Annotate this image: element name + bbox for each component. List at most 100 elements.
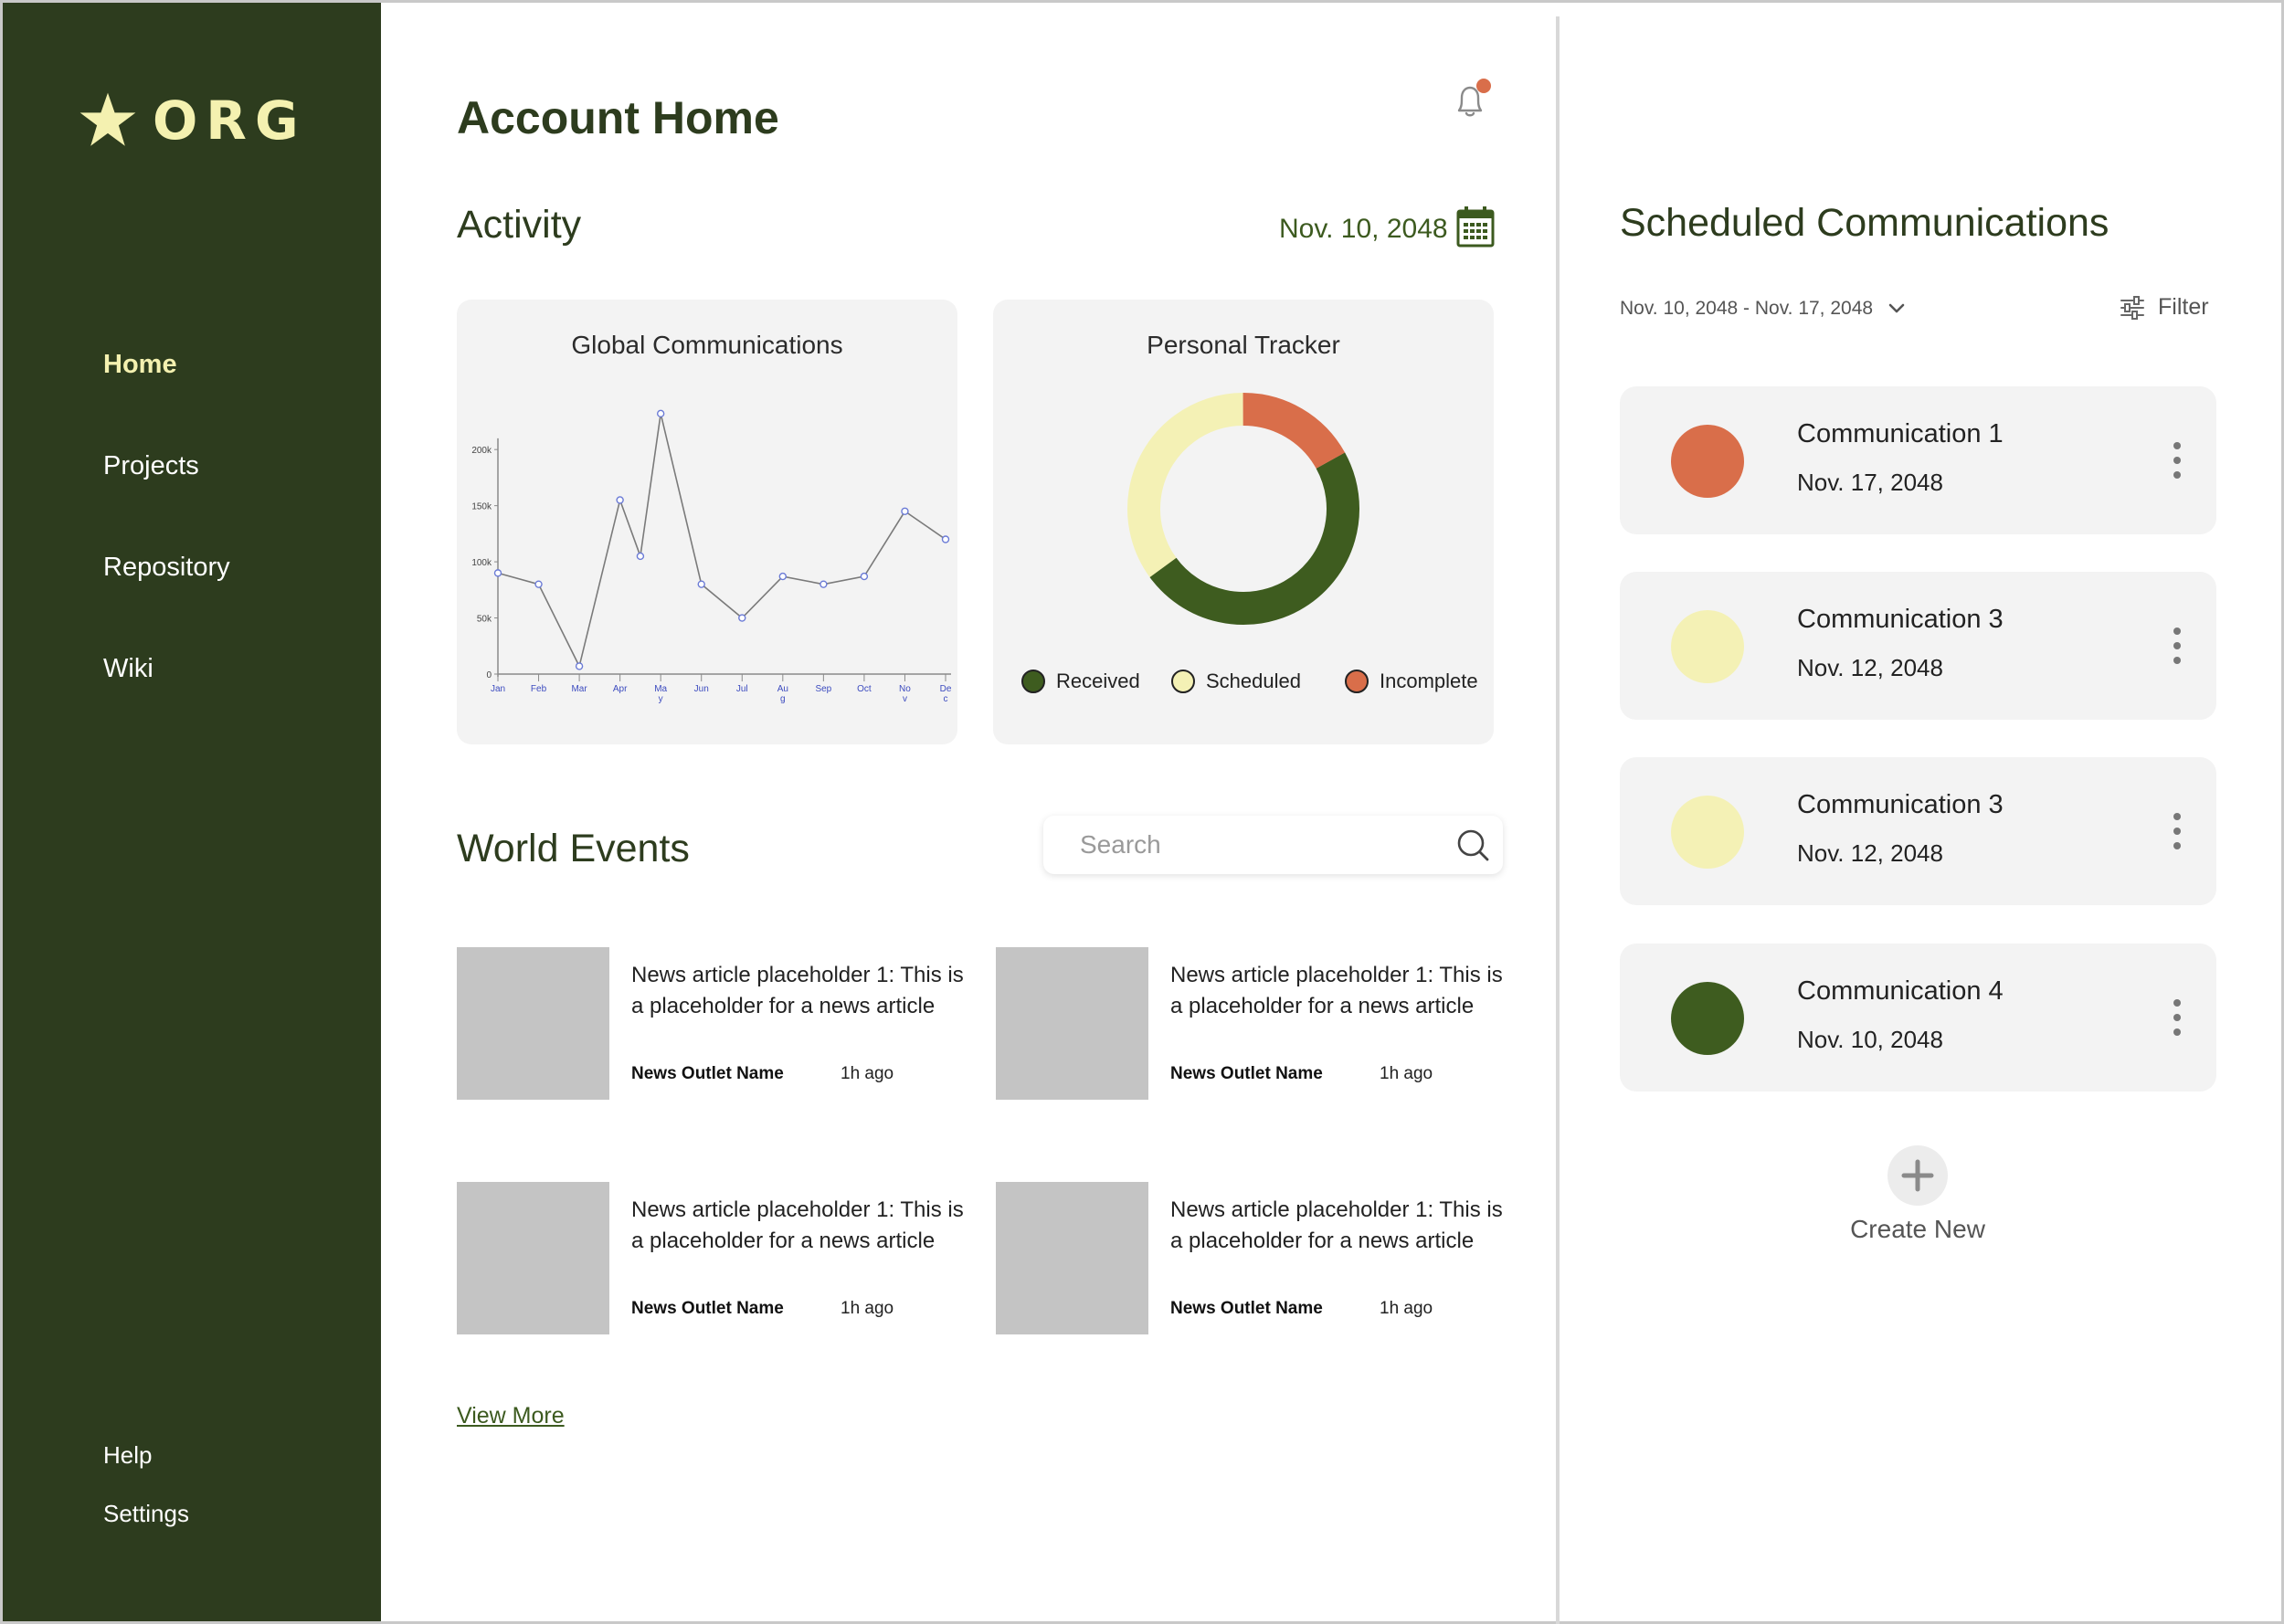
x-tick-label: De c — [940, 684, 952, 704]
x-tick-label: Oct — [857, 684, 872, 694]
communication-card[interactable]: Communication 4 Nov. 10, 2048 — [1620, 944, 2216, 1091]
sidebar-item-projects[interactable]: Projects — [103, 451, 199, 481]
x-tick-label: Au g — [777, 684, 788, 704]
status-indicator — [1671, 610, 1744, 683]
logo[interactable]: ORG — [78, 90, 307, 151]
search-bar — [1043, 816, 1503, 874]
legend-dot-scheduled — [1171, 670, 1195, 693]
communication-name: Communication 3 — [1797, 790, 2004, 819]
legend-received: Received — [1021, 670, 1140, 693]
calendar-icon — [1456, 206, 1495, 248]
page-title: Account Home — [457, 92, 779, 143]
communication-card[interactable]: Communication 3 Nov. 12, 2048 — [1620, 572, 2216, 720]
status-indicator — [1671, 425, 1744, 498]
article-thumbnail — [457, 947, 609, 1100]
sidebar: ORG Home Projects Repository Wiki Help S… — [3, 3, 381, 1621]
sidebar-item-home[interactable]: Home — [103, 350, 177, 380]
star-icon — [79, 92, 136, 146]
sidebar-item-repository[interactable]: Repository — [103, 553, 230, 583]
calendar-button[interactable] — [1456, 206, 1495, 248]
news-article[interactable]: News article placeholder 1: This is a pl… — [996, 947, 1507, 1102]
y-tick-label: 200k — [471, 446, 492, 456]
data-point — [819, 580, 828, 588]
data-point — [575, 662, 584, 670]
search-icon[interactable] — [1455, 828, 1490, 862]
sidebar-item-wiki[interactable]: Wiki — [103, 654, 153, 684]
data-point — [778, 572, 788, 581]
status-indicator — [1671, 982, 1744, 1055]
communication-name: Communication 4 — [1797, 976, 2004, 1006]
sidebar-item-help[interactable]: Help — [103, 1441, 152, 1470]
sidebar-item-settings[interactable]: Settings — [103, 1500, 189, 1528]
panel-divider — [1556, 16, 1560, 1624]
article-outlet: News Outlet Name — [631, 1299, 784, 1318]
news-article[interactable]: News article placeholder 1: This is a pl… — [457, 1182, 968, 1337]
article-thumbnail — [457, 1182, 609, 1334]
activity-date: Nov. 10, 2048 — [1279, 214, 1448, 244]
series-line — [497, 413, 946, 669]
more-vertical-icon[interactable] — [2168, 438, 2186, 483]
filter-label: Filter — [2158, 294, 2209, 320]
data-point — [697, 580, 705, 588]
communication-card[interactable]: Communication 1 Nov. 17, 2048 — [1620, 386, 2216, 534]
communication-date: Nov. 12, 2048 — [1797, 654, 1943, 681]
more-vertical-icon[interactable] — [2168, 623, 2186, 669]
communication-card[interactable]: Communication 3 Nov. 12, 2048 — [1620, 757, 2216, 905]
status-indicator — [1671, 796, 1744, 869]
create-new-label[interactable]: Create New — [1813, 1215, 2022, 1244]
communication-date: Nov. 12, 2048 — [1797, 839, 1943, 867]
news-article[interactable]: News article placeholder 1: This is a pl… — [457, 947, 968, 1102]
y-tick-label: 50k — [477, 615, 492, 625]
x-tick-label: Sep — [815, 684, 831, 694]
more-vertical-icon[interactable] — [2168, 808, 2186, 854]
data-point — [738, 614, 746, 622]
x-tick-label: Jul — [736, 684, 748, 694]
date-range-select[interactable]: Nov. 10, 2048 - Nov. 17, 2048 — [1620, 298, 1906, 320]
data-point — [860, 572, 869, 581]
x-tick-label: Jan — [491, 684, 505, 694]
article-time: 1h ago — [841, 1064, 894, 1083]
view-more-link[interactable]: View More — [457, 1403, 565, 1429]
article-outlet: News Outlet Name — [631, 1064, 784, 1083]
world-events-title: World Events — [457, 827, 690, 870]
communication-name: Communication 3 — [1797, 605, 2004, 634]
scheduled-title: Scheduled Communications — [1620, 201, 2110, 245]
article-thumbnail — [996, 1182, 1148, 1334]
article-headline: News article placeholder 1: This is a pl… — [1170, 1197, 1503, 1253]
article-time: 1h ago — [1380, 1299, 1433, 1318]
article-time: 1h ago — [841, 1299, 894, 1318]
y-tick-label: 150k — [471, 502, 492, 512]
article-outlet: News Outlet Name — [1170, 1064, 1323, 1083]
article-thumbnail — [996, 947, 1148, 1100]
x-tick-label: No v — [899, 684, 911, 704]
x-tick-label: Mar — [571, 684, 587, 694]
article-time: 1h ago — [1380, 1064, 1433, 1083]
data-point — [941, 535, 950, 543]
article-headline: News article placeholder 1: This is a pl… — [631, 963, 964, 1018]
activity-title: Activity — [457, 203, 582, 247]
news-article[interactable]: News article placeholder 1: This is a pl… — [996, 1182, 1507, 1337]
communication-name: Communication 1 — [1797, 419, 2004, 448]
filter-button[interactable]: Filter — [2120, 294, 2209, 321]
data-point — [493, 569, 502, 577]
logo-text: ORG — [153, 90, 307, 152]
data-point — [534, 580, 543, 588]
communication-date: Nov. 17, 2048 — [1797, 469, 1943, 496]
data-point — [636, 552, 645, 561]
notifications-button[interactable] — [1448, 78, 1494, 123]
global-communications-chart: 0 50k 100k 150k 200k Jan Feb Mar Apr Ma y Jun Jul Au g… — [471, 409, 952, 704]
data-point — [616, 496, 624, 504]
more-vertical-icon[interactable] — [2168, 995, 2186, 1040]
date-range-label: Nov. 10, 2048 - Nov. 17, 2048 — [1620, 298, 1874, 319]
search-input[interactable] — [1080, 827, 1436, 863]
y-tick-label: 100k — [471, 558, 492, 568]
x-tick-label: Feb — [531, 684, 547, 694]
create-new-button[interactable] — [1887, 1145, 1948, 1206]
legend-scheduled: Scheduled — [1171, 670, 1301, 693]
chevron-down-icon — [1888, 303, 1905, 313]
legend-label-incomplete: Incomplete — [1380, 670, 1478, 692]
legend-label-scheduled: Scheduled — [1206, 670, 1301, 692]
legend-dot-received — [1021, 670, 1045, 693]
data-point — [901, 507, 909, 515]
data-point — [656, 409, 665, 418]
